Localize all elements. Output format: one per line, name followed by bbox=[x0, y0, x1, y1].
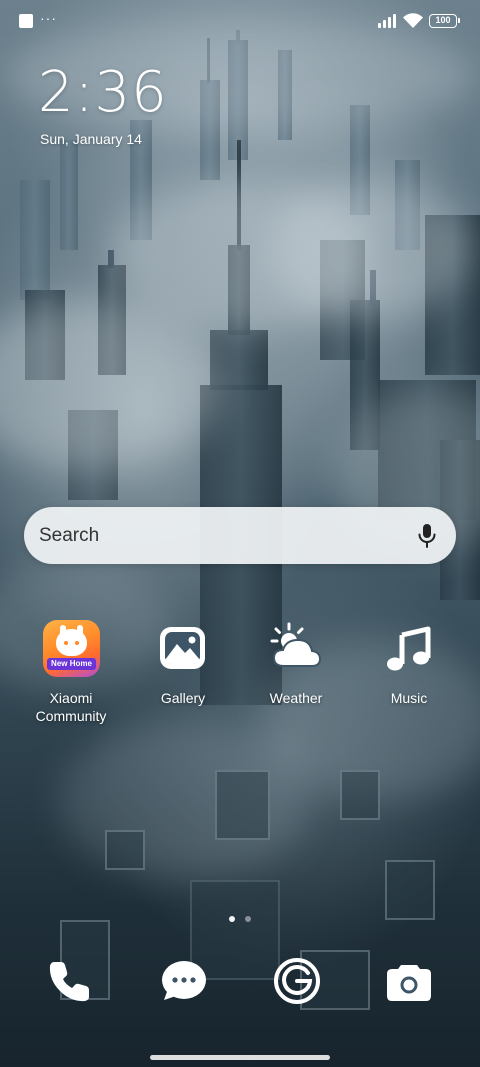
signal-icon bbox=[378, 13, 398, 28]
app-label-gallery: Gallery bbox=[160, 690, 206, 706]
search-bar[interactable]: Search bbox=[24, 507, 456, 564]
app-label-line-1: Xiaomi bbox=[49, 690, 93, 706]
phone-icon[interactable] bbox=[45, 956, 95, 1006]
battery-level: 100 bbox=[435, 15, 451, 25]
clock-date[interactable]: Sun, January 14 bbox=[40, 131, 142, 147]
messages-icon[interactable] bbox=[158, 956, 208, 1006]
music-icon bbox=[387, 626, 431, 671]
gallery-icon bbox=[160, 627, 205, 669]
weather-icon bbox=[270, 622, 322, 667]
clock-time[interactable]: 2:36 bbox=[38, 60, 168, 125]
app-label-line-2: Community bbox=[35, 708, 107, 724]
search-placeholder: Search bbox=[39, 525, 100, 546]
battery-icon: 100 bbox=[429, 14, 460, 28]
app-label-music: Music bbox=[390, 690, 428, 706]
browser-g-icon[interactable] bbox=[272, 956, 322, 1006]
page-dot bbox=[229, 916, 235, 922]
page-indicator[interactable] bbox=[0, 909, 480, 922]
new-home-badge: New Home bbox=[47, 658, 96, 670]
app-label-xiaomi-community: Xiaomi Community bbox=[16, 689, 126, 725]
wifi-icon bbox=[403, 13, 423, 28]
page-dot-inactive bbox=[245, 916, 251, 922]
xiaomi-community-icon: New Home bbox=[43, 620, 100, 677]
app-label-weather: Weather bbox=[269, 690, 323, 706]
camera-icon[interactable] bbox=[384, 956, 434, 1006]
gesture-navigation-bar[interactable] bbox=[150, 1055, 330, 1060]
notification-square-icon bbox=[19, 14, 33, 28]
status-bar: ··· 100 bbox=[0, 0, 480, 42]
more-notifications-icon: ··· bbox=[40, 10, 57, 26]
microphone-icon[interactable] bbox=[414, 522, 440, 550]
